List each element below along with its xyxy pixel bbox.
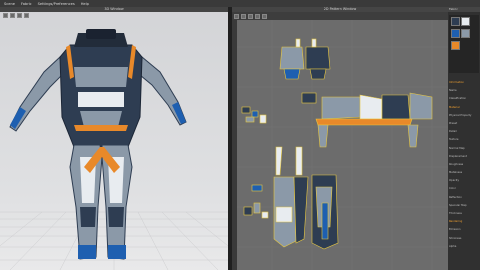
- viewport-2d[interactable]: 2D Pattern Window: [232, 7, 448, 270]
- garment-3d-bodysuit[interactable]: [0, 7, 228, 270]
- fabric-swatch-grey[interactable]: [461, 29, 470, 38]
- property-row[interactable]: Detail: [448, 128, 480, 136]
- property-row[interactable]: Roughness: [448, 161, 480, 169]
- property-row[interactable]: Alpha: [448, 243, 480, 251]
- property-row[interactable]: Displacement: [448, 153, 480, 161]
- property-row[interactable]: Name: [448, 87, 480, 95]
- fabric-swatch-dark[interactable]: [451, 17, 460, 26]
- fabric-swatch-list[interactable]: [449, 15, 479, 73]
- menu-help[interactable]: Help: [81, 2, 89, 6]
- property-row[interactable]: Emission: [448, 226, 480, 234]
- property-row[interactable]: Physical Property: [448, 112, 480, 120]
- property-panel: Fabric Information Name Classification M…: [448, 7, 480, 270]
- fabric-swatch-orange[interactable]: [451, 41, 460, 50]
- property-row[interactable]: Metalness: [448, 169, 480, 177]
- viewport-3d[interactable]: 3D Window: [0, 7, 228, 270]
- property-row[interactable]: Normal Map: [448, 145, 480, 153]
- property-section[interactable]: Information: [448, 79, 480, 87]
- property-row[interactable]: Classification: [448, 95, 480, 103]
- property-list: Information Name Classification Material…: [448, 79, 480, 251]
- property-panel-header: Fabric: [448, 7, 480, 12]
- property-section[interactable]: Material: [448, 104, 480, 112]
- property-row[interactable]: Shininess: [448, 235, 480, 243]
- property-row[interactable]: Specular Map: [448, 202, 480, 210]
- menu-fabric[interactable]: Fabric: [21, 2, 32, 6]
- property-row[interactable]: Preset: [448, 120, 480, 128]
- menu-bar: Scene Fabric Settings/Preferences Help: [0, 0, 480, 7]
- menu-settings[interactable]: Settings/Preferences: [38, 2, 75, 6]
- property-row[interactable]: Reflection: [448, 194, 480, 202]
- property-section[interactable]: Rendering: [448, 218, 480, 226]
- fabric-swatch-blue[interactable]: [451, 29, 460, 38]
- menu-scene[interactable]: Scene: [4, 2, 15, 6]
- pattern-pieces[interactable]: [232, 7, 448, 270]
- fabric-swatch-white[interactable]: [461, 17, 470, 26]
- property-row[interactable]: Opacity: [448, 177, 480, 185]
- property-row[interactable]: Color: [448, 185, 480, 193]
- property-row[interactable]: Thickness: [448, 210, 480, 218]
- property-row[interactable]: Texture: [448, 136, 480, 144]
